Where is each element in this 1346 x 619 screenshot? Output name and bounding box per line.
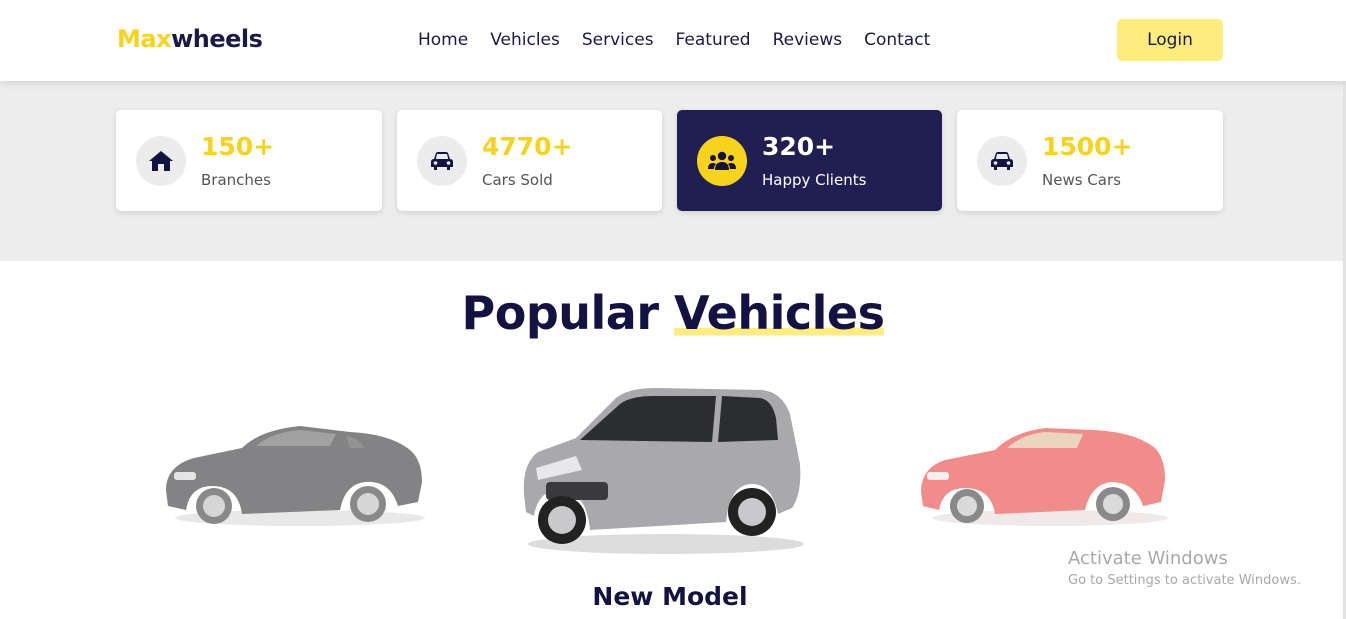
stat-label: Happy Clients (762, 171, 867, 189)
stat-label: Branches (201, 171, 271, 189)
users-icon (697, 136, 747, 186)
stat-value: 320+ (762, 132, 836, 161)
windows-watermark: Activate Windows Go to Settings to activ… (1068, 548, 1301, 588)
stat-value: 150+ (201, 132, 275, 161)
car-image-black-convertible[interactable] (160, 410, 428, 530)
nav-reviews[interactable]: Reviews (773, 30, 843, 50)
stat-label: News Cars (1042, 171, 1121, 189)
car-icon (977, 136, 1027, 186)
login-button[interactable]: Login (1117, 19, 1223, 61)
nav-vehicles[interactable]: Vehicles (490, 30, 560, 50)
nav-home[interactable]: Home (418, 30, 468, 50)
watermark-title: Activate Windows (1068, 548, 1228, 569)
car-image-silver-suv[interactable] (516, 384, 804, 556)
watermark-subtitle: Go to Settings to activate Windows. (1068, 573, 1301, 588)
nav-contact[interactable]: Contact (864, 30, 930, 50)
stat-value: 1500+ (1042, 132, 1133, 161)
logo-max: Max (117, 25, 172, 53)
section-title-part1: Popular (461, 286, 660, 340)
nav-featured[interactable]: Featured (676, 30, 751, 50)
logo-wheels: wheels (171, 25, 263, 53)
site-header: Maxwheels Home Vehicles Services Feature… (0, 0, 1346, 81)
section-title: Popular Vehicles (0, 286, 1346, 340)
stat-card-news-cars: 1500+ News Cars (957, 110, 1223, 211)
stat-card-happy-clients: 320+ Happy Clients (677, 110, 942, 211)
stat-label: Cars Sold (482, 171, 553, 189)
logo[interactable]: Maxwheels (117, 25, 263, 53)
main-nav: Home Vehicles Services Featured Reviews … (418, 30, 952, 50)
stat-card-branches: 150+ Branches (116, 110, 382, 211)
home-icon (136, 136, 186, 186)
car-image-red-convertible[interactable] (915, 410, 1170, 530)
car-icon (417, 136, 467, 186)
section-title-highlight: Vehicles (674, 286, 885, 340)
nav-services[interactable]: Services (582, 30, 654, 50)
stat-value: 4770+ (482, 132, 573, 161)
stat-card-cars-sold: 4770+ Cars Sold (397, 110, 662, 211)
